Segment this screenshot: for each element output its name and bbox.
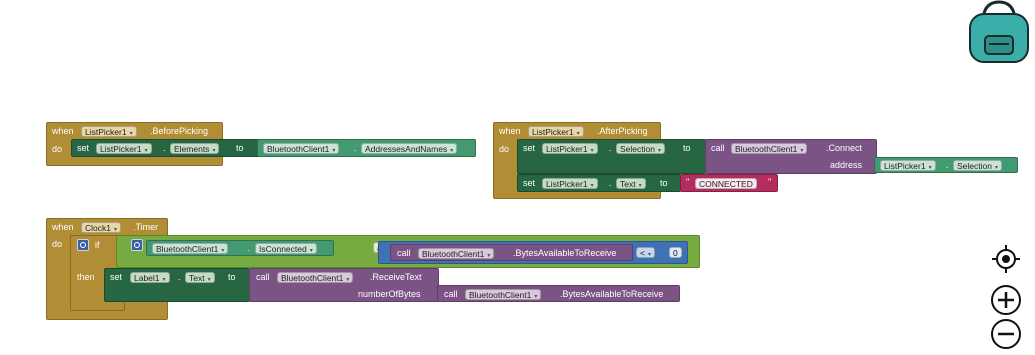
set-keyword: set [77,143,90,153]
to-keyword: to [660,178,668,188]
get-isconnected-block[interactable]: BluetoothClient1 ▾ . IsConnected ▾ [146,240,334,256]
component-dropdown[interactable]: BluetoothClient1 ▾ [418,248,495,259]
quote-close: " [768,177,772,187]
call-keyword: call [444,289,458,299]
call-connect-block[interactable]: call BluetoothClient1 ▾ .Connect address [705,139,877,174]
dot-separator: . [247,243,250,253]
zoom-in-button[interactable] [990,284,1022,316]
component-dropdown[interactable]: ListPicker1 ▾ [542,178,598,189]
to-keyword: to [228,272,236,282]
set-keyword: set [523,178,536,188]
do-keyword: do [499,144,510,154]
component-dropdown[interactable]: Label1 ▾ [130,272,170,283]
dot-separator: . [946,160,949,170]
property-dropdown[interactable]: IsConnected ▾ [255,243,317,254]
set-keyword: set [110,272,123,282]
when-keyword: when [499,126,521,136]
center-workspace-button[interactable] [990,243,1022,275]
component-dropdown[interactable]: BluetoothClient1 ▾ [263,143,340,154]
set-text-block[interactable]: set ListPicker1 ▾ . Text ▾ to [517,174,681,192]
method-name: .ReceiveText [370,272,422,282]
when-keyword: when [52,126,74,136]
component-dropdown[interactable]: BluetoothClient1 ▾ [731,143,808,154]
argument-label: numberOfBytes [358,289,421,299]
component-dropdown[interactable]: ListPicker1 ▾ [96,143,152,154]
set-keyword: set [523,143,536,153]
call-keyword: call [711,143,725,153]
property-dropdown[interactable]: Selection ▾ [953,160,1002,171]
property-dropdown[interactable]: Selection ▾ [616,143,665,154]
component-dropdown[interactable]: ListPicker1 ▾ [528,126,584,137]
set-elements-block[interactable]: set ListPicker1 ▾ . Elements ▾ to [71,139,260,157]
dot-separator: . [178,272,181,282]
text-value-field[interactable]: CONNECTED [695,178,757,189]
text-string-block[interactable]: " CONNECTED " [680,174,778,192]
call-keyword: call [397,248,411,258]
component-dropdown[interactable]: ListPicker1 ▾ [880,160,936,171]
backpack-button[interactable] [965,0,1033,66]
dot-separator: . [609,143,612,153]
property-dropdown[interactable]: AddressesAndNames ▾ [361,143,458,154]
property-dropdown[interactable]: Text ▾ [616,178,646,189]
if-keyword: if [95,240,100,250]
event-name: .BeforePicking [150,126,209,136]
get-selection-block[interactable]: ListPicker1 ▾ . Selection ▾ [874,157,1018,173]
method-name: .BytesAvailableToReceive [513,248,617,258]
component-dropdown[interactable]: BluetoothClient1 ▾ [277,272,354,283]
target-icon [992,245,1020,273]
when-keyword: when [52,222,74,232]
component-dropdown[interactable]: ListPicker1 ▾ [81,126,137,137]
component-dropdown[interactable]: BluetoothClient1 ▾ [465,289,542,300]
component-dropdown[interactable]: BluetoothClient1 ▾ [152,243,229,254]
property-dropdown[interactable]: Elements ▾ [170,143,220,154]
quote-open: " [686,177,690,187]
set-selection-block[interactable]: set ListPicker1 ▾ . Selection ▾ to [517,139,706,174]
then-keyword: then [77,272,95,282]
call-keyword: call [256,272,270,282]
component-dropdown[interactable]: Clock1 ▾ [81,222,121,233]
get-addresses-block[interactable]: BluetoothClient1 ▾ . AddressesAndNames ▾ [257,139,476,157]
method-name: .Connect [826,143,863,153]
mutator-gear-icon[interactable] [77,239,89,251]
zoom-in-icon [991,285,1021,315]
backpack-icon [969,0,1029,63]
number-value-field[interactable]: 0 [669,247,682,258]
dot-separator: . [354,143,357,153]
set-label-text-block[interactable]: set Label1 ▾ . Text ▾ to [104,268,250,302]
dot-separator: . [163,143,166,153]
property-dropdown[interactable]: Text ▾ [185,272,215,283]
dot-separator: . [609,178,612,188]
argument-label: address [830,160,863,170]
compare-operator-dropdown[interactable]: < ▾ [636,247,655,258]
do-keyword: do [52,239,63,249]
to-keyword: to [236,143,244,153]
mutator-gear-icon[interactable] [131,239,143,251]
do-keyword: do [52,144,63,154]
event-name: .Timer [133,222,159,232]
call-bytes-available-arg-block[interactable]: call BluetoothClient1 ▾ .BytesAvailableTo… [437,285,680,302]
zoom-out-icon [991,319,1021,349]
method-name: .BytesAvailableToReceive [560,289,664,299]
call-bytes-available-block[interactable]: call BluetoothClient1 ▾ .BytesAvailableTo… [390,244,633,261]
zoom-out-button[interactable] [990,318,1022,350]
component-dropdown[interactable]: ListPicker1 ▾ [542,143,598,154]
call-receive-text-block[interactable]: call BluetoothClient1 ▾ .ReceiveText numb… [249,268,439,302]
event-name: .AfterPicking [597,126,648,136]
to-keyword: to [683,143,691,153]
